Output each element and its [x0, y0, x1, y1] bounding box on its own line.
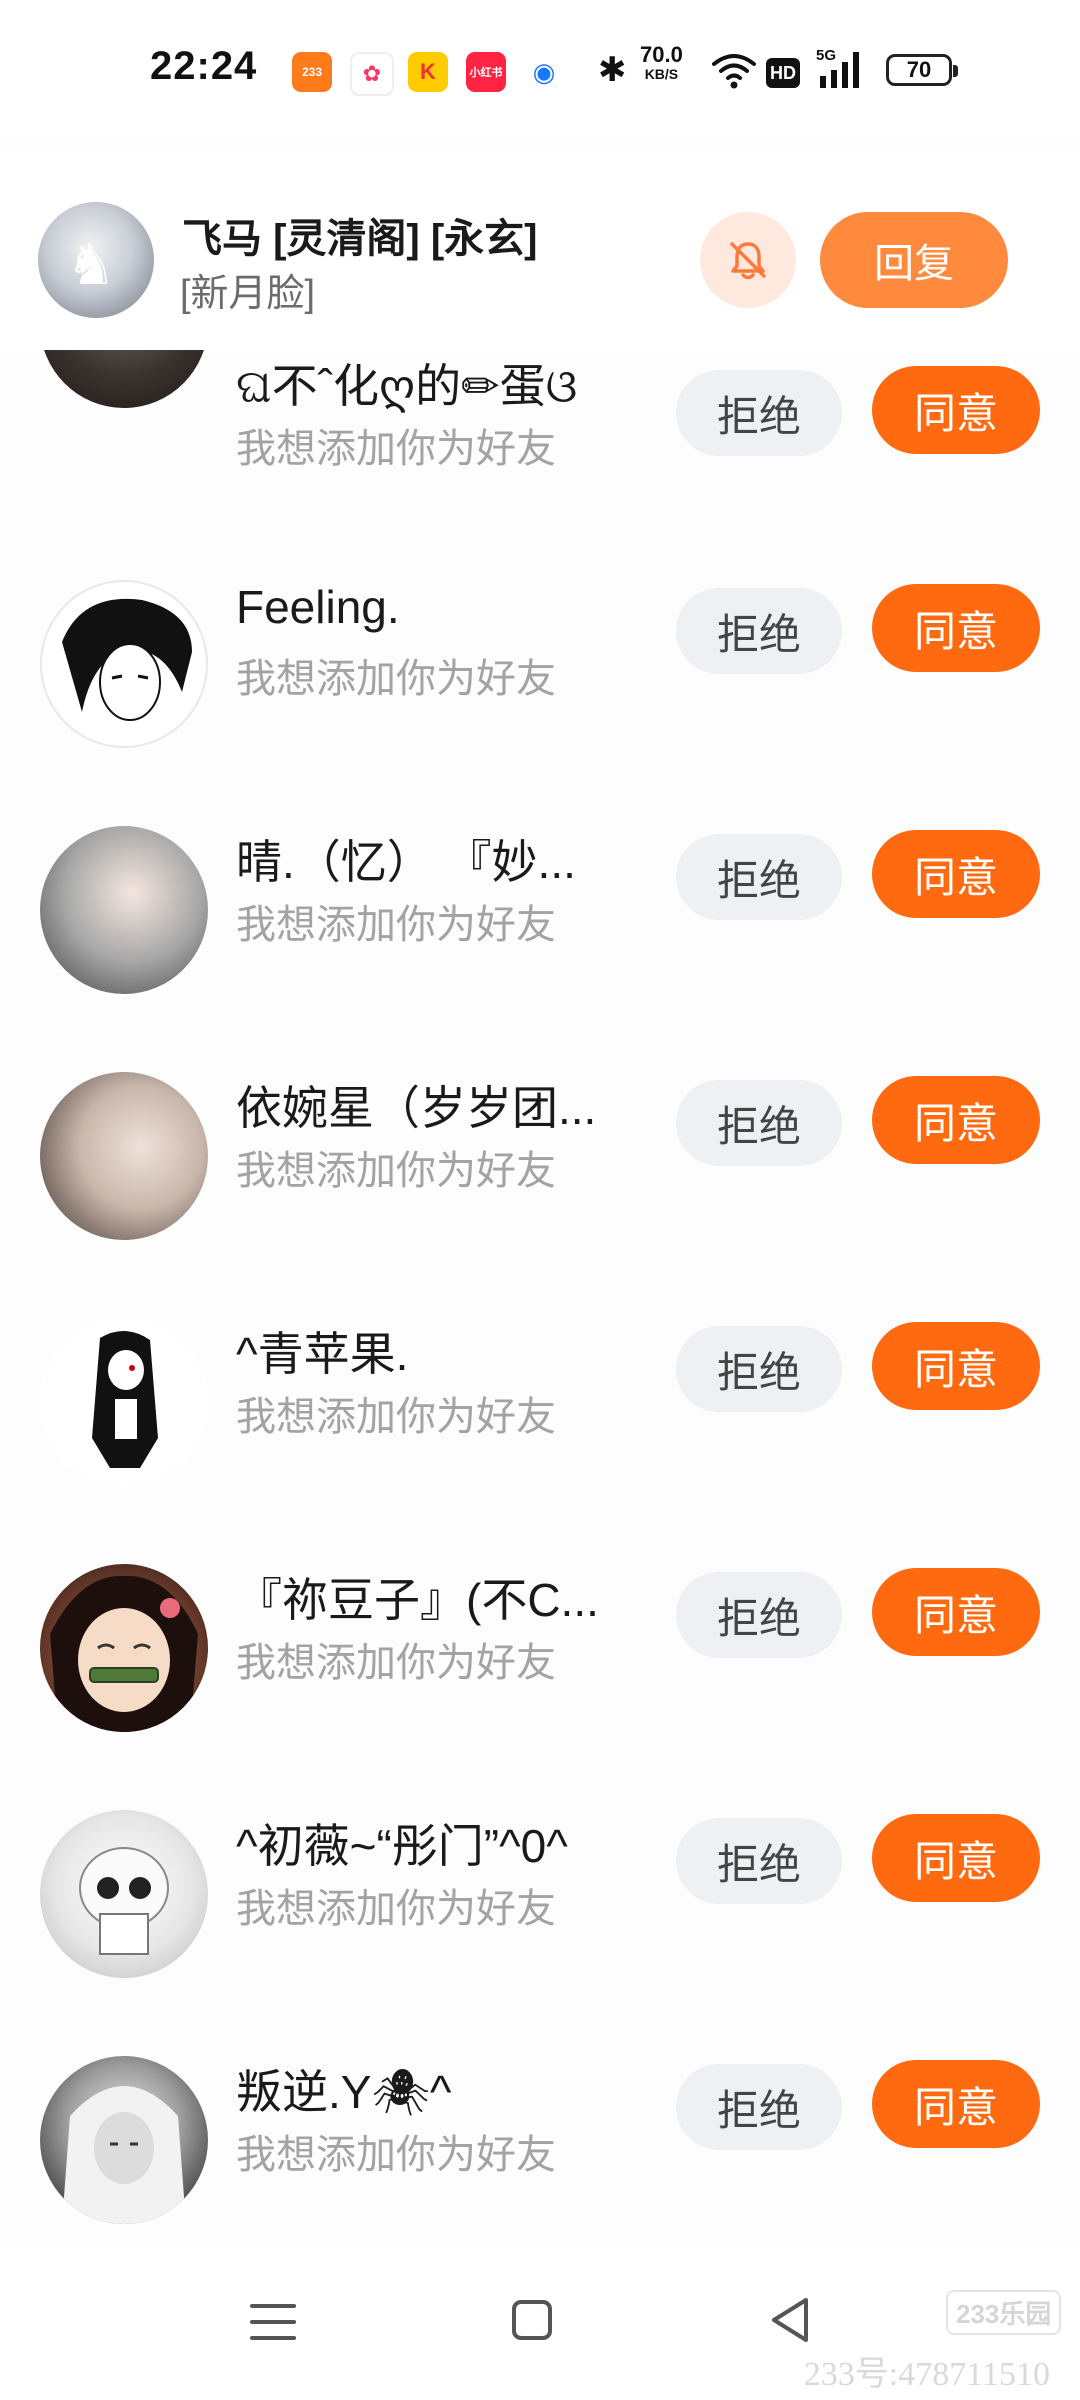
sketch-girl-icon [79, 1847, 169, 1955]
app-browser-icon: ◉ [524, 52, 564, 92]
user-name: 『祢豆子』(不C... [236, 1574, 599, 1626]
user-avatar[interactable] [40, 1318, 208, 1486]
user-name: Feeling. [236, 581, 400, 633]
manga-portrait-icon [62, 598, 192, 721]
signal-5g-icon: 5G [816, 47, 859, 88]
request-message: 我想添加你为好友 [236, 427, 556, 471]
accept-button[interactable]: 同意 [872, 366, 1040, 454]
back-icon[interactable] [768, 2296, 812, 2344]
accept-button[interactable]: 同意 [872, 1568, 1040, 1656]
friend-request-row: ଘ不ˆ化ღ的✏蛋ଓ 我想添加你为好友 拒绝 同意 [0, 350, 1080, 490]
reject-button[interactable]: 拒绝 [676, 1080, 842, 1166]
friend-request-row: 叛逆.Y🕷^ 我想添加你为好友 拒绝 同意 [0, 2056, 1080, 2250]
notification-subtitle: [新月脸] [180, 273, 316, 315]
status-bar: 22:24 233 ✿ K 小红书 ◉ ✱ 70.0 KB/S HD 5G 70 [0, 0, 1080, 140]
friend-request-row: 晴.（忆） 『妙... 我想添加你为好友 拒绝 同意 [0, 826, 1080, 1076]
request-message: 我想添加你为好友 [236, 657, 556, 701]
friend-request-row: Feeling. 我想添加你为好友 拒绝 同意 [0, 580, 1080, 830]
request-message: 我想添加你为好友 [236, 2133, 556, 2177]
net-speed-unit: KB/S [644, 66, 679, 82]
accept-button[interactable]: 同意 [872, 2060, 1040, 2148]
reject-button[interactable]: 拒绝 [676, 1818, 842, 1904]
reject-button[interactable]: 拒绝 [676, 834, 842, 920]
request-message: 我想添加你为好友 [236, 903, 556, 947]
net-speed: 70.0 KB/S [640, 42, 683, 83]
status-time: 22:24 [150, 44, 258, 88]
accept-button[interactable]: 同意 [872, 830, 1040, 918]
accept-button[interactable]: 同意 [872, 1814, 1040, 1902]
user-name: ଘ不ˆ化ღ的✏蛋ଓ [236, 360, 578, 412]
user-name: 晴.（忆） 『妙... [236, 836, 576, 888]
notification-title: 飞马 [灵清阁] [永玄] [182, 217, 538, 261]
reject-button[interactable]: 拒绝 [676, 2064, 842, 2150]
user-avatar[interactable] [40, 350, 208, 408]
request-message: 我想添加你为好友 [236, 1641, 556, 1685]
reject-button[interactable]: 拒绝 [676, 588, 842, 674]
user-name: 叛逆.Y🕷^ [236, 2066, 452, 2118]
app-233-icon: 233 [292, 52, 332, 92]
user-avatar[interactable] [40, 1564, 208, 1732]
user-avatar[interactable] [40, 1072, 208, 1240]
request-message: 我想添加你为好友 [236, 1149, 556, 1193]
accept-button[interactable]: 同意 [872, 1322, 1040, 1410]
reject-button[interactable]: 拒绝 [676, 370, 842, 456]
pegasus-icon: ♞ [66, 233, 117, 296]
user-avatar[interactable] [40, 1810, 208, 1978]
accept-button[interactable]: 同意 [872, 584, 1040, 672]
app-kuaishou-icon: K [408, 52, 448, 92]
watermark-id: 233号:478711510 [803, 2356, 1050, 2393]
user-avatar[interactable] [40, 580, 208, 748]
request-message: 我想添加你为好友 [236, 1395, 556, 1439]
wifi-icon [712, 54, 756, 89]
request-message: 我想添加你为好友 [236, 1887, 556, 1931]
user-avatar[interactable] [40, 2056, 208, 2224]
white-haired-figure-icon [62, 2086, 186, 2224]
watermark-logo: 233乐园 [946, 2290, 1062, 2335]
friend-request-row: 『祢豆子』(不C... 我想添加你为好友 拒绝 同意 [0, 1564, 1080, 1814]
user-avatar[interactable] [40, 826, 208, 994]
home-icon[interactable] [512, 2300, 552, 2340]
accept-button[interactable]: 同意 [872, 1076, 1040, 1164]
friend-request-row: ^青苹果. 我想添加你为好友 拒绝 同意 [0, 1318, 1080, 1568]
reject-button[interactable]: 拒绝 [676, 1326, 842, 1412]
reject-button[interactable]: 拒绝 [676, 1572, 842, 1658]
chibi-girl-icon [92, 1330, 158, 1468]
screen: 22:24 233 ✿ K 小红书 ◉ ✱ 70.0 KB/S HD 5G 70… [0, 0, 1080, 2400]
user-name: ^青苹果. [236, 1328, 409, 1380]
friend-request-row: 依婉星（岁岁团... 我想添加你为好友 拒绝 同意 [0, 1072, 1080, 1322]
net-speed-value: 70.0 [640, 42, 683, 67]
app-xiaohongshu-icon: 小红书 [466, 52, 506, 92]
user-name: ^初薇~“彤门”^0^ [236, 1820, 568, 1872]
reply-button[interactable]: 回复 [820, 212, 1008, 308]
bell-off-icon [730, 242, 766, 280]
notification-avatar: ♞ [38, 202, 154, 318]
system-nav-bar: 233乐园 233号:478711510 [0, 2250, 1080, 2400]
signal-label: 5G [816, 47, 836, 64]
friend-request-row: ^初薇~“彤门”^0^ 我想添加你为好友 拒绝 同意 [0, 1810, 1080, 2060]
friend-request-list: ଘ不ˆ化ღ的✏蛋ଓ 我想添加你为好友 拒绝 同意 Feeling. 我想添加你为… [0, 350, 1080, 2250]
hd-badge: HD [766, 58, 800, 88]
battery-indicator: 70 [886, 54, 958, 86]
user-name: 依婉星（岁岁团... [236, 1082, 597, 1134]
recent-apps-icon[interactable] [250, 2302, 296, 2342]
mute-button[interactable] [700, 212, 796, 308]
anime-girl-icon [50, 1575, 198, 1732]
bluetooth-icon: ✱ [598, 51, 627, 89]
app-flower-icon: ✿ [350, 52, 394, 96]
notification-card[interactable]: ♞ 飞马 [灵清阁] [永玄] [新月脸] 回复 [0, 150, 1080, 350]
